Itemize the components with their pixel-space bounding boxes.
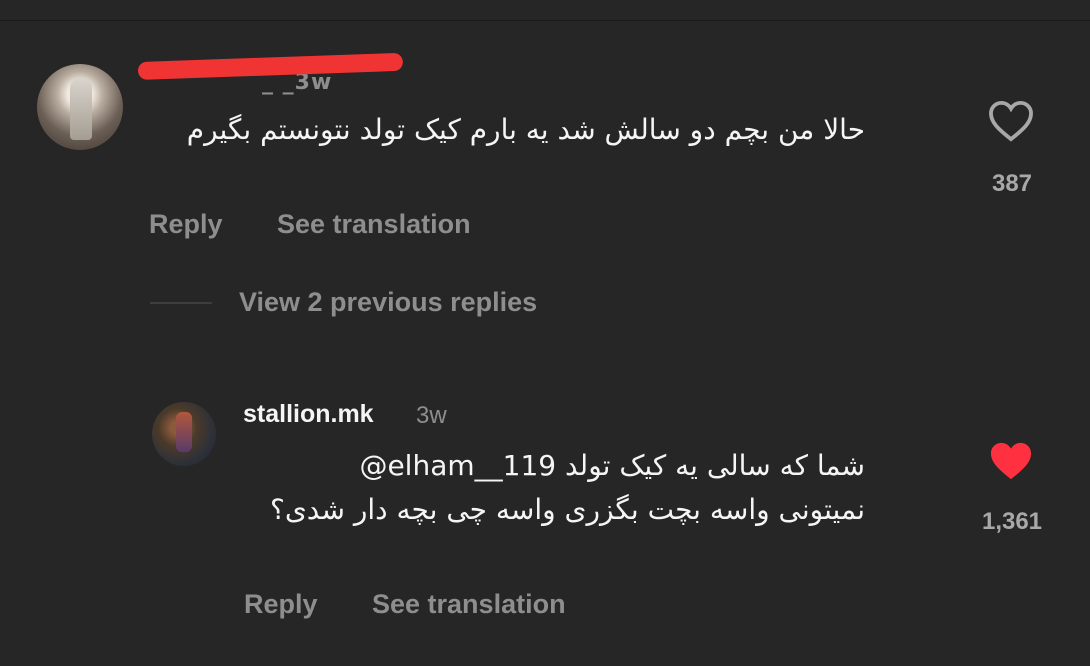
avatar-figure bbox=[176, 412, 192, 452]
top-divider bbox=[0, 20, 1090, 21]
mention-link[interactable]: @elham__119 bbox=[359, 449, 556, 482]
see-translation-button[interactable]: See translation bbox=[277, 209, 471, 240]
reply-text-start: شما که سالی یه کیک تولد bbox=[564, 449, 865, 482]
liked-heart-icon[interactable] bbox=[988, 440, 1034, 486]
avatar-figure bbox=[70, 78, 92, 140]
comment-text: حالا من بچم دو سالش شد یه بارم کیک تولد … bbox=[186, 113, 865, 146]
view-previous-replies-button[interactable]: View 2 previous replies bbox=[239, 287, 537, 318]
reply-text: شما که سالی یه کیک تولد @elham__119 نمیت… bbox=[245, 444, 865, 532]
username[interactable]: stallion.mk bbox=[243, 400, 374, 429]
reply-text-rest: نمیتونی واسه بچت بگزری واسه چی بچه دار ش… bbox=[270, 493, 865, 526]
reply-button[interactable]: Reply bbox=[149, 209, 223, 240]
see-translation-button[interactable]: See translation bbox=[372, 589, 566, 620]
like-heart-icon[interactable] bbox=[988, 100, 1034, 146]
reply-text-line1: شما که سالی یه کیک تولد @elham__119 bbox=[245, 444, 865, 488]
avatar[interactable] bbox=[37, 64, 123, 150]
like-count: 1,361 bbox=[981, 508, 1043, 535]
timestamp: 3w bbox=[416, 402, 447, 429]
reply-button[interactable]: Reply bbox=[244, 589, 318, 620]
like-count: 387 bbox=[991, 170, 1033, 197]
replies-line bbox=[150, 302, 212, 304]
avatar[interactable] bbox=[152, 402, 216, 466]
